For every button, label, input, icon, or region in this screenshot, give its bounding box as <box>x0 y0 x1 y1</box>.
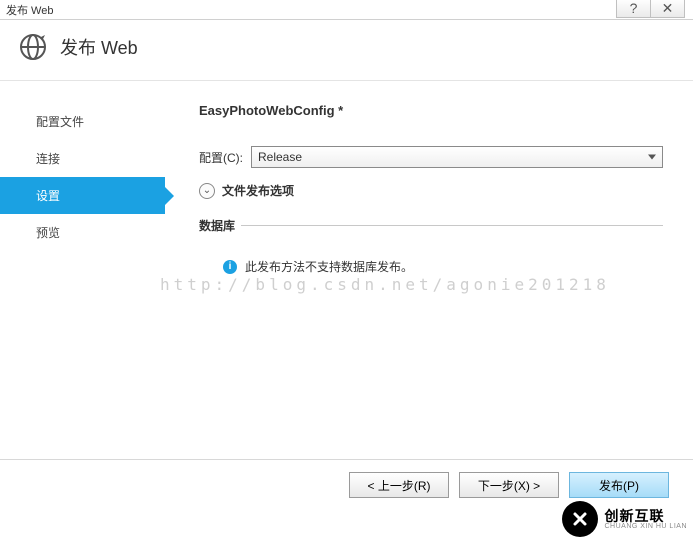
sidebar-item-profile[interactable]: 配置文件 <box>0 103 165 140</box>
db-info-text: 此发布方法不支持数据库发布。 <box>245 258 413 275</box>
info-icon: i <box>223 260 237 274</box>
brand-logo-icon <box>562 501 598 537</box>
main-area: 配置文件 连接 设置 预览 EasyPhotoWebConfig * 配置(C)… <box>0 81 693 459</box>
title-bar: 发布 Web ? ✕ <box>0 0 693 20</box>
help-button[interactable]: ? <box>616 0 651 18</box>
window-title: 发布 Web <box>6 2 53 18</box>
next-button[interactable]: 下一步(X) > <box>459 472 559 498</box>
file-publish-expander[interactable]: ⌄ 文件发布选项 <box>199 182 663 199</box>
config-name: EasyPhotoWebConfig * <box>199 103 663 118</box>
header: 发布 Web <box>0 20 693 81</box>
db-section-label: 数据库 <box>199 217 235 234</box>
sidebar-item-preview[interactable]: 预览 <box>0 214 165 251</box>
brand-sub: CHUANG XIN HU LIAN <box>604 523 687 530</box>
sidebar-item-settings[interactable]: 设置 <box>0 177 165 214</box>
sidebar-item-connection[interactable]: 连接 <box>0 140 165 177</box>
chevron-down-icon: ⌄ <box>199 183 215 199</box>
publish-button[interactable]: 发布(P) <box>569 472 669 498</box>
globe-icon <box>18 32 48 62</box>
prev-button[interactable]: < 上一步(R) <box>349 472 449 498</box>
config-select[interactable]: Release <box>251 146 663 168</box>
sidebar: 配置文件 连接 设置 预览 <box>0 81 165 459</box>
brand-main: 创新互联 <box>604 509 687 523</box>
expander-label: 文件发布选项 <box>222 182 294 199</box>
divider <box>241 225 663 226</box>
brand-text: 创新互联 CHUANG XIN HU LIAN <box>604 509 687 530</box>
content: EasyPhotoWebConfig * 配置(C): Release ⌄ 文件… <box>165 81 693 459</box>
brand-badge: 创新互联 CHUANG XIN HU LIAN <box>560 499 689 539</box>
db-info-row: i 此发布方法不支持数据库发布。 <box>199 258 663 275</box>
title-controls: ? ✕ <box>617 0 685 18</box>
config-select-value: Release <box>258 150 302 164</box>
page-title: 发布 Web <box>60 34 138 60</box>
close-button[interactable]: ✕ <box>650 0 685 18</box>
config-row: 配置(C): Release <box>199 146 663 168</box>
config-label: 配置(C): <box>199 149 243 166</box>
database-section-header: 数据库 <box>199 217 663 234</box>
